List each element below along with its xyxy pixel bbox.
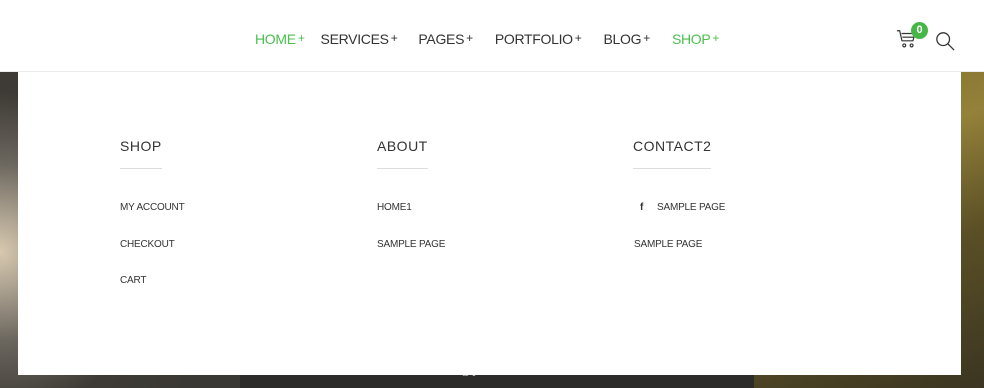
plus-icon: +	[390, 31, 398, 45]
plus-icon: +	[297, 31, 305, 45]
plus-icon: +	[574, 31, 582, 45]
nav-item-home[interactable]: HOME +	[255, 31, 305, 47]
menu-link-sample-page[interactable]: SAMPLE PAGE	[377, 239, 445, 250]
facebook-icon: f	[640, 202, 644, 213]
menu-link-checkout[interactable]: CHECKOUT	[120, 239, 175, 250]
nav-item-label: SERVICES	[320, 31, 389, 47]
nav-item-services[interactable]: SERVICES +	[321, 31, 398, 47]
search-icon[interactable]	[935, 31, 957, 53]
plus-icon: +	[466, 31, 473, 45]
plus-icon: +	[712, 31, 720, 45]
plus-icon: +	[643, 31, 650, 45]
menu-link-sample-page[interactable]: SAMPLE PAGE	[657, 202, 725, 213]
cart-count-badge: 0	[911, 22, 928, 39]
menu-link-home1[interactable]: HOME1	[377, 202, 412, 213]
nav-item-shop[interactable]: SHOP +	[672, 31, 719, 47]
nav-item-blog[interactable]: BLOG +	[603, 31, 651, 47]
divider	[120, 168, 162, 169]
mega-column-title: CONTACT2	[633, 138, 712, 154]
divider	[633, 168, 711, 169]
nav-item-label: BLOG	[603, 31, 642, 47]
nav-item-label: PORTFOLIO	[494, 31, 573, 47]
nav-item-label: HOME	[255, 31, 296, 47]
menu-link-cart[interactable]: CART	[120, 275, 146, 286]
menu-link-my-account[interactable]: MY ACCOUNT	[120, 202, 185, 213]
mega-menu-panel: SHOP MY ACCOUNT CHECKOUT CART ABOUT HOME…	[18, 72, 961, 375]
divider	[377, 168, 428, 169]
mega-column-title: ABOUT	[377, 138, 428, 154]
main-nav: HOME + SERVICES + PAGES + PORTFOLIO + BL…	[255, 31, 719, 47]
nav-item-label: SHOP	[671, 31, 711, 47]
site-header: HOME + SERVICES + PAGES + PORTFOLIO + BL…	[0, 0, 984, 72]
nav-item-portfolio[interactable]: PORTFOLIO +	[495, 31, 582, 47]
nav-item-label: PAGES	[418, 31, 465, 47]
menu-link-sample-page[interactable]: SAMPLE PAGE	[634, 239, 702, 250]
mega-column-title: SHOP	[120, 138, 162, 154]
nav-item-pages[interactable]: PAGES +	[418, 31, 473, 47]
